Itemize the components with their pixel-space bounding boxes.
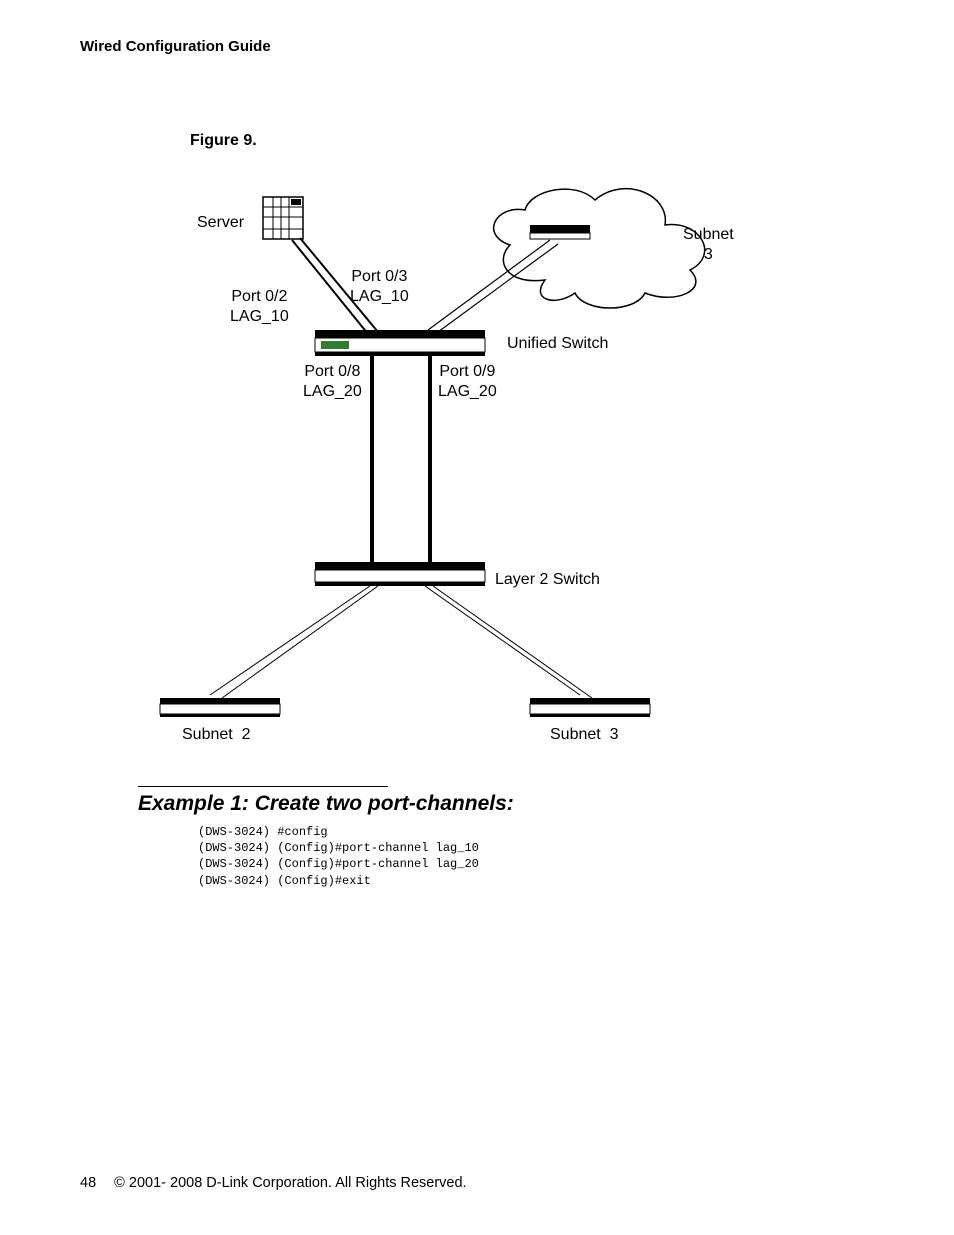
example-code: (DWS-3024) #config (DWS-3024) (Config)#p… [198,824,479,889]
subnet3-bottom-label: Subnet 3 [550,725,619,745]
port02-label: Port 0/2 LAG_10 [230,287,289,327]
cloud-icon [494,189,705,308]
copyright-text: © 2001- 2008 D-Link Corporation. All Rig… [114,1175,466,1191]
subnet2-bottom-label: Subnet 2 [182,725,251,745]
link-line [438,244,558,332]
page-footer: 48 © 2001- 2008 D-Link Corporation. All … [80,1175,467,1191]
link-line [433,586,592,698]
page-number: 48 [80,1175,96,1191]
link-line [425,586,580,695]
layer2-switch-icon [315,562,485,586]
example-heading: Example 1: Create two port-channels: [138,792,514,816]
unified-switch-icon [315,330,485,356]
cloud-switch-icon [530,225,590,239]
server-icon [263,197,303,239]
layer2-switch-label: Layer 2 Switch [495,570,600,590]
network-diagram: Server Subnet 3 Port 0/2 LAG_10 Port 0/3… [150,170,770,780]
link-line [428,240,550,330]
port03-label: Port 0/3 LAG_10 [350,267,409,307]
diagram-svg [150,170,770,780]
link-line [222,586,378,698]
example-rule [138,786,388,787]
subnet3-cloud-label: Subnet 3 [683,225,734,265]
page-header: Wired Configuration Guide [80,38,271,55]
server-label: Server [197,213,244,233]
figure-caption: Figure 9. [190,132,257,150]
link-line [210,586,370,695]
port09-label: Port 0/9 LAG_20 [438,362,497,402]
port08-label: Port 0/8 LAG_20 [303,362,362,402]
subnet2-switch-icon [160,698,280,717]
subnet3-switch-icon [530,698,650,717]
unified-switch-label: Unified Switch [507,334,608,354]
